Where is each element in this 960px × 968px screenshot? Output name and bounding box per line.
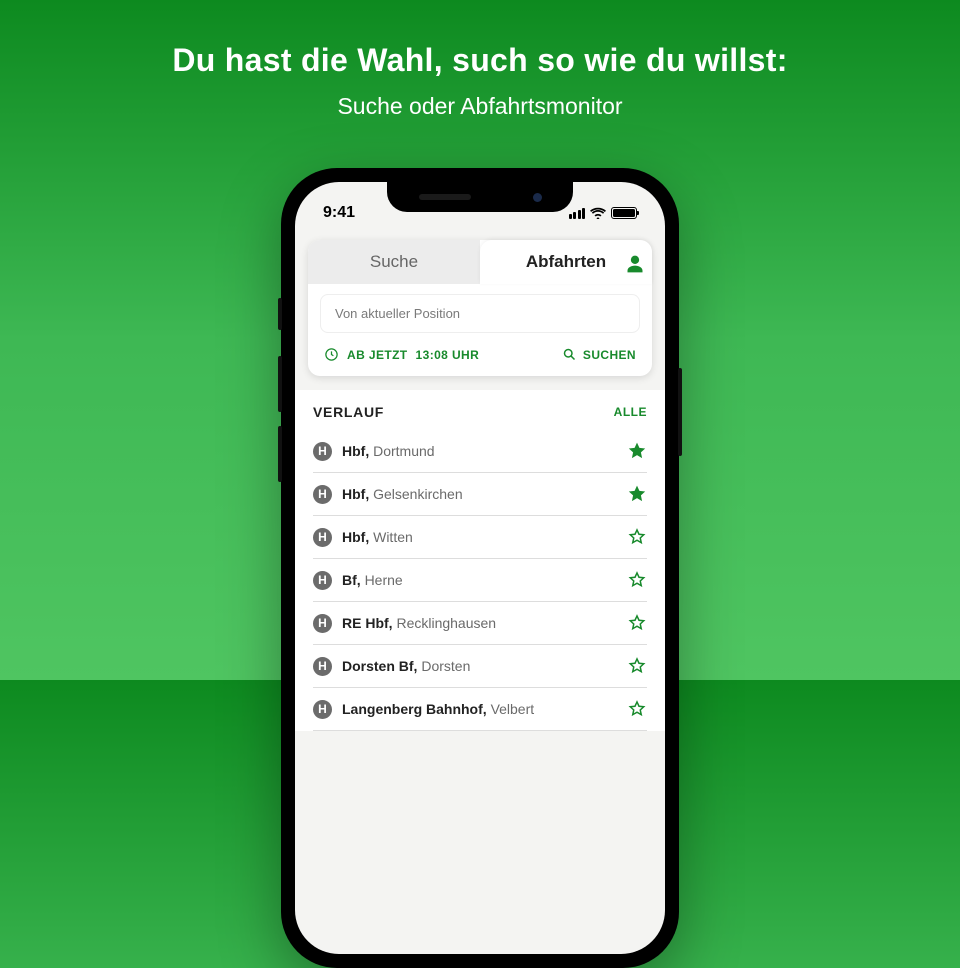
history-item-label: Dorsten Bf, Dorsten	[342, 658, 617, 674]
history-item[interactable]: H Langenberg Bahnhof, Velbert	[313, 688, 647, 731]
phone-screen: 9:41 Suche Abfahrten Von aktueller Posit…	[295, 182, 665, 954]
history-item[interactable]: H Bf, Herne	[313, 559, 647, 602]
status-time: 9:41	[323, 204, 355, 222]
phone-volume-down	[278, 426, 282, 482]
history-title: VERLAUF	[313, 404, 384, 420]
favorite-star-button[interactable]	[627, 484, 647, 504]
stop-badge-icon: H	[313, 528, 332, 547]
favorite-star-button[interactable]	[627, 699, 647, 719]
search-button-label: SUCHEN	[583, 348, 636, 362]
battery-icon	[611, 207, 637, 219]
phone-frame: 9:41 Suche Abfahrten Von aktueller Posit…	[281, 168, 679, 968]
location-input[interactable]: Von aktueller Position	[320, 294, 640, 333]
stop-badge-icon: H	[313, 442, 332, 461]
search-icon	[562, 347, 577, 362]
history-item[interactable]: H RE Hbf, Recklinghausen	[313, 602, 647, 645]
person-icon	[625, 254, 645, 274]
wifi-icon	[590, 207, 606, 219]
profile-button[interactable]	[615, 248, 655, 280]
from-now-label: AB JETZT	[347, 348, 408, 362]
history-item-label: Hbf, Dortmund	[342, 443, 617, 459]
history-item[interactable]: H Hbf, Dortmund	[313, 430, 647, 473]
stop-badge-icon: H	[313, 485, 332, 504]
history-item-label: RE Hbf, Recklinghausen	[342, 615, 617, 631]
promo-headline: Du hast die Wahl, such so wie du willst:	[0, 0, 960, 79]
favorite-star-button[interactable]	[627, 570, 647, 590]
favorite-star-button[interactable]	[627, 656, 647, 676]
time-value: 13:08 UHR	[416, 348, 480, 362]
favorite-star-button[interactable]	[627, 613, 647, 633]
phone-mute-switch	[278, 298, 282, 330]
search-card: Suche Abfahrten Von aktueller Position A…	[308, 240, 652, 376]
time-selector[interactable]: AB JETZT 13:08 UHR	[324, 347, 479, 362]
tab-search[interactable]: Suche	[308, 240, 480, 284]
stop-badge-icon: H	[313, 571, 332, 590]
history-item[interactable]: H Dorsten Bf, Dorsten	[313, 645, 647, 688]
history-item-label: Bf, Herne	[342, 572, 617, 588]
phone-notch	[387, 182, 573, 212]
phone-power-button	[678, 368, 682, 456]
history-item-label: Hbf, Witten	[342, 529, 617, 545]
search-button[interactable]: SUCHEN	[562, 347, 636, 362]
history-all-button[interactable]: ALLE	[614, 405, 647, 419]
phone-volume-up	[278, 356, 282, 412]
favorite-star-button[interactable]	[627, 527, 647, 547]
favorite-star-button[interactable]	[627, 441, 647, 461]
clock-icon	[324, 347, 339, 362]
history-item[interactable]: H Hbf, Gelsenkirchen	[313, 473, 647, 516]
history-item-label: Langenberg Bahnhof, Velbert	[342, 701, 617, 717]
history-item-label: Hbf, Gelsenkirchen	[342, 486, 617, 502]
stop-badge-icon: H	[313, 657, 332, 676]
signal-icon	[569, 208, 586, 219]
stop-badge-icon: H	[313, 614, 332, 633]
history-item[interactable]: H Hbf, Witten	[313, 516, 647, 559]
promo-subheadline: Suche oder Abfahrtsmonitor	[0, 93, 960, 120]
stop-badge-icon: H	[313, 700, 332, 719]
